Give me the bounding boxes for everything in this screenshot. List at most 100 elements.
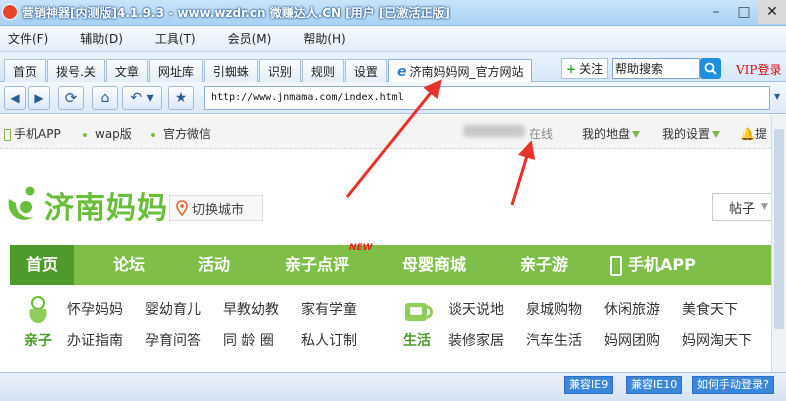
nav-home[interactable]: 首页 bbox=[10, 245, 75, 285]
vertical-scrollbar[interactable] bbox=[771, 115, 786, 372]
close-icon[interactable]: ✕ bbox=[758, 0, 786, 24]
mobile-app-label: 手机APP bbox=[14, 127, 61, 141]
tab-article[interactable]: 文章 bbox=[105, 59, 148, 82]
address-dropdown-icon[interactable]: ▼ bbox=[774, 92, 780, 101]
nav-parent-review[interactable]: 亲子点评 bbox=[285, 245, 349, 285]
window-controls: – □ ✕ bbox=[702, 0, 786, 24]
menu-bar: 文件(F) 辅助(D) 工具(T) 会员(M) 帮助(H) bbox=[0, 26, 786, 52]
address-bar[interactable]: http://www.jnmama.com/index.html bbox=[204, 86, 770, 110]
baby-bottle-icon bbox=[29, 296, 47, 323]
site-top-strip: 手机APP wap版 官方微信 在线 我的地盘 我的设置 🔔提 bbox=[0, 115, 771, 149]
link-pregnancy-qa[interactable]: 孕育问答 bbox=[145, 330, 201, 350]
main-nav: 首页 论坛 活动 亲子点评 NEW 母婴商城 亲子游 手机APP bbox=[10, 243, 771, 285]
menu-member[interactable]: 会员(M) bbox=[220, 30, 282, 47]
link-pregnant-mom[interactable]: 怀孕妈妈 bbox=[67, 299, 123, 319]
maximize-icon[interactable]: □ bbox=[730, 0, 758, 24]
tab-url-library[interactable]: 网址库 bbox=[148, 59, 203, 82]
help-search-input[interactable] bbox=[612, 58, 700, 79]
link-infant-care[interactable]: 婴幼育儿 bbox=[145, 299, 201, 319]
wechat-link[interactable]: 官方微信 bbox=[151, 125, 211, 142]
remind-menu[interactable]: 🔔提 bbox=[740, 125, 767, 142]
category-label-life: 生活 bbox=[403, 333, 431, 349]
title-bar: 营销神器[内测版]4.1.9.3 - www.wzdr.cn 微赚达人.CN [… bbox=[0, 0, 786, 26]
link-group-buy[interactable]: 妈网团购 bbox=[604, 330, 660, 350]
web-page: 手机APP wap版 官方微信 在线 我的地盘 我的设置 🔔提 济南妈妈 切换城… bbox=[0, 115, 771, 372]
ie-icon: e bbox=[396, 63, 407, 80]
app-icon bbox=[2, 4, 18, 20]
link-car-life[interactable]: 汽车生活 bbox=[526, 330, 582, 350]
link-certificate-guide[interactable]: 办证指南 bbox=[67, 330, 123, 350]
caret-down-icon bbox=[712, 131, 721, 138]
bullet-icon bbox=[151, 132, 155, 137]
ie9-compat-button[interactable]: 兼容IE9 bbox=[564, 376, 614, 394]
online-status: 在线 bbox=[529, 127, 554, 141]
site-logo[interactable]: 济南妈妈 bbox=[6, 183, 168, 227]
menu-file[interactable]: 文件(F) bbox=[0, 30, 58, 47]
forward-icon[interactable]: ▶ bbox=[28, 86, 50, 110]
new-badge: NEW bbox=[349, 243, 373, 253]
mobile-app-link[interactable]: 手机APP bbox=[4, 125, 61, 142]
remind-label: 提 bbox=[754, 127, 767, 141]
link-mama-taobao[interactable]: 妈网淘天下 bbox=[682, 330, 752, 350]
scrollbar-thumb[interactable] bbox=[774, 129, 784, 329]
menu-help[interactable]: 帮助(H) bbox=[295, 30, 355, 47]
my-area-menu[interactable]: 我的地盘 bbox=[582, 125, 641, 142]
link-leisure-travel[interactable]: 休闲旅游 bbox=[604, 299, 660, 319]
tab-home[interactable]: 首页 bbox=[4, 59, 47, 82]
search-type-value: 帖子 bbox=[729, 201, 756, 217]
favorite-star-icon[interactable]: ★ bbox=[168, 86, 194, 110]
manual-login-help-button[interactable]: 如何手动登录? bbox=[692, 376, 774, 394]
undo-icon[interactable]: ↶ ▾ bbox=[122, 86, 162, 110]
nav-forum[interactable]: 论坛 bbox=[113, 245, 145, 285]
tab-settings[interactable]: 设置 bbox=[344, 59, 387, 82]
my-settings-menu[interactable]: 我的设置 bbox=[662, 125, 721, 142]
link-food[interactable]: 美食天下 bbox=[682, 299, 738, 319]
search-icon bbox=[704, 62, 717, 75]
location-pin-icon bbox=[176, 200, 188, 216]
search-type-select[interactable]: 帖子 ▼ bbox=[712, 193, 771, 221]
ie10-compat-button[interactable]: 兼容IE10 bbox=[626, 376, 683, 394]
tab-dial[interactable]: 拨号.关 bbox=[47, 59, 105, 82]
chevron-down-icon: ▼ bbox=[761, 202, 768, 212]
tab-jnmama-label: 济南妈妈网_官方网站 bbox=[409, 65, 524, 79]
link-chat[interactable]: 谈天说地 bbox=[448, 299, 504, 319]
plus-icon: + bbox=[566, 61, 577, 76]
city-switch-label: 切换城市 bbox=[192, 202, 245, 218]
back-icon[interactable]: ◀ bbox=[4, 86, 26, 110]
vip-login-link[interactable]: VIP登录 bbox=[736, 61, 781, 78]
link-early-education[interactable]: 早教幼教 bbox=[223, 299, 279, 319]
wap-link[interactable]: wap版 bbox=[83, 125, 132, 142]
minimize-icon[interactable]: – bbox=[702, 0, 730, 24]
blurred-username bbox=[463, 125, 525, 137]
city-switch-button[interactable]: 切换城市 bbox=[169, 195, 263, 221]
nav-baby-mall[interactable]: 母婴商城 bbox=[402, 245, 466, 285]
tab-recognize[interactable]: 识别 bbox=[258, 59, 301, 82]
nav-activity[interactable]: 活动 bbox=[198, 245, 230, 285]
phone-icon bbox=[4, 128, 11, 141]
status-bar: 兼容IE9 兼容IE10 如何手动登录? bbox=[0, 372, 786, 401]
my-area-label: 我的地盘 bbox=[582, 127, 631, 141]
bell-icon: 🔔 bbox=[740, 127, 755, 141]
link-custom-order[interactable]: 私人订制 bbox=[301, 330, 357, 350]
nav-mobile-app[interactable]: 手机APP bbox=[610, 245, 696, 285]
nav-mobile-app-label: 手机APP bbox=[628, 255, 696, 274]
link-city-shopping[interactable]: 泉城购物 bbox=[526, 299, 582, 319]
follow-label: 关注 bbox=[579, 62, 604, 76]
link-same-age-circle[interactable]: 同 龄 圈 bbox=[223, 330, 274, 350]
tab-spider[interactable]: 引蜘蛛 bbox=[203, 59, 258, 82]
link-school-child[interactable]: 家有学童 bbox=[301, 299, 357, 319]
wechat-label: 官方微信 bbox=[163, 127, 212, 141]
menu-tools[interactable]: 工具(T) bbox=[147, 30, 206, 47]
search-button[interactable] bbox=[700, 58, 721, 79]
home-icon[interactable]: ⌂ bbox=[92, 86, 118, 110]
logo-mark-icon bbox=[8, 186, 35, 220]
menu-assist[interactable]: 辅助(D) bbox=[72, 30, 133, 47]
refresh-icon[interactable]: ⟳ bbox=[58, 86, 84, 110]
link-home-decor[interactable]: 装修家居 bbox=[448, 330, 504, 350]
follow-button[interactable]: + 关注 bbox=[561, 58, 609, 79]
tab-rules[interactable]: 规则 bbox=[301, 59, 344, 82]
logo-text: 济南妈妈 bbox=[44, 191, 168, 226]
tab-jnmama[interactable]: e 济南妈妈网_官方网站 bbox=[387, 59, 533, 83]
nav-family-trip[interactable]: 亲子游 bbox=[520, 245, 568, 285]
bullet-icon bbox=[83, 132, 87, 137]
